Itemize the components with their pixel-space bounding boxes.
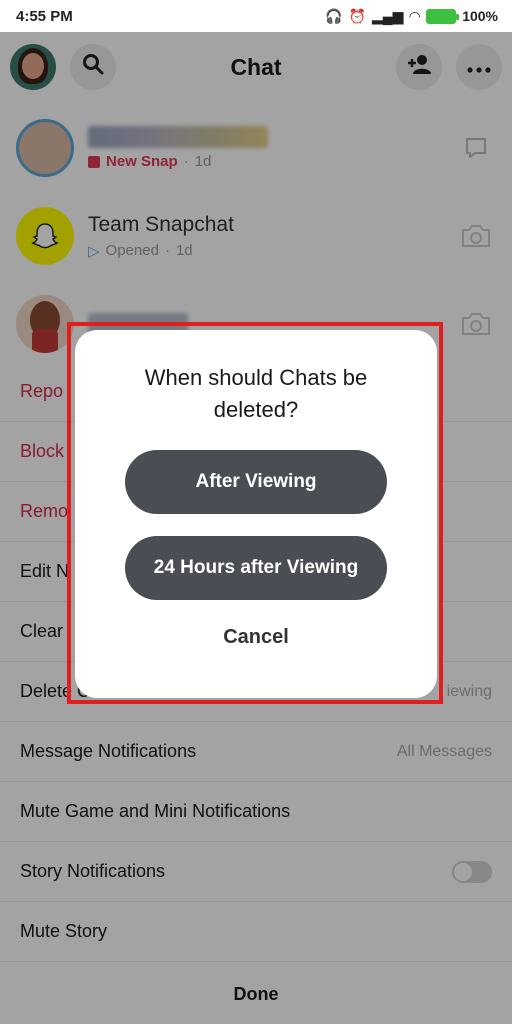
- status-time: 4:55 PM: [16, 7, 73, 25]
- status-icons: 🎧 ⏰ ▂▄▆ ◠ 100%: [325, 8, 498, 25]
- battery-level: 100%: [462, 8, 498, 24]
- 24-hours-after-viewing-button[interactable]: 24 Hours after Viewing: [125, 536, 387, 600]
- delete-chats-dialog: When should Chats be deleted? After View…: [75, 330, 437, 698]
- dialog-title: When should Chats be deleted?: [144, 365, 368, 422]
- alarm-icon: ⏰: [348, 7, 366, 24]
- cancel-button[interactable]: Cancel: [75, 626, 437, 649]
- signal-icon: ▂▄▆: [371, 7, 404, 24]
- after-viewing-button[interactable]: After Viewing: [125, 450, 387, 514]
- battery-icon: [426, 8, 460, 24]
- headphones-icon: 🎧: [325, 7, 343, 24]
- wifi-icon: ◠: [409, 7, 421, 24]
- status-bar: 4:55 PM 🎧 ⏰ ▂▄▆ ◠ 100%: [0, 0, 512, 32]
